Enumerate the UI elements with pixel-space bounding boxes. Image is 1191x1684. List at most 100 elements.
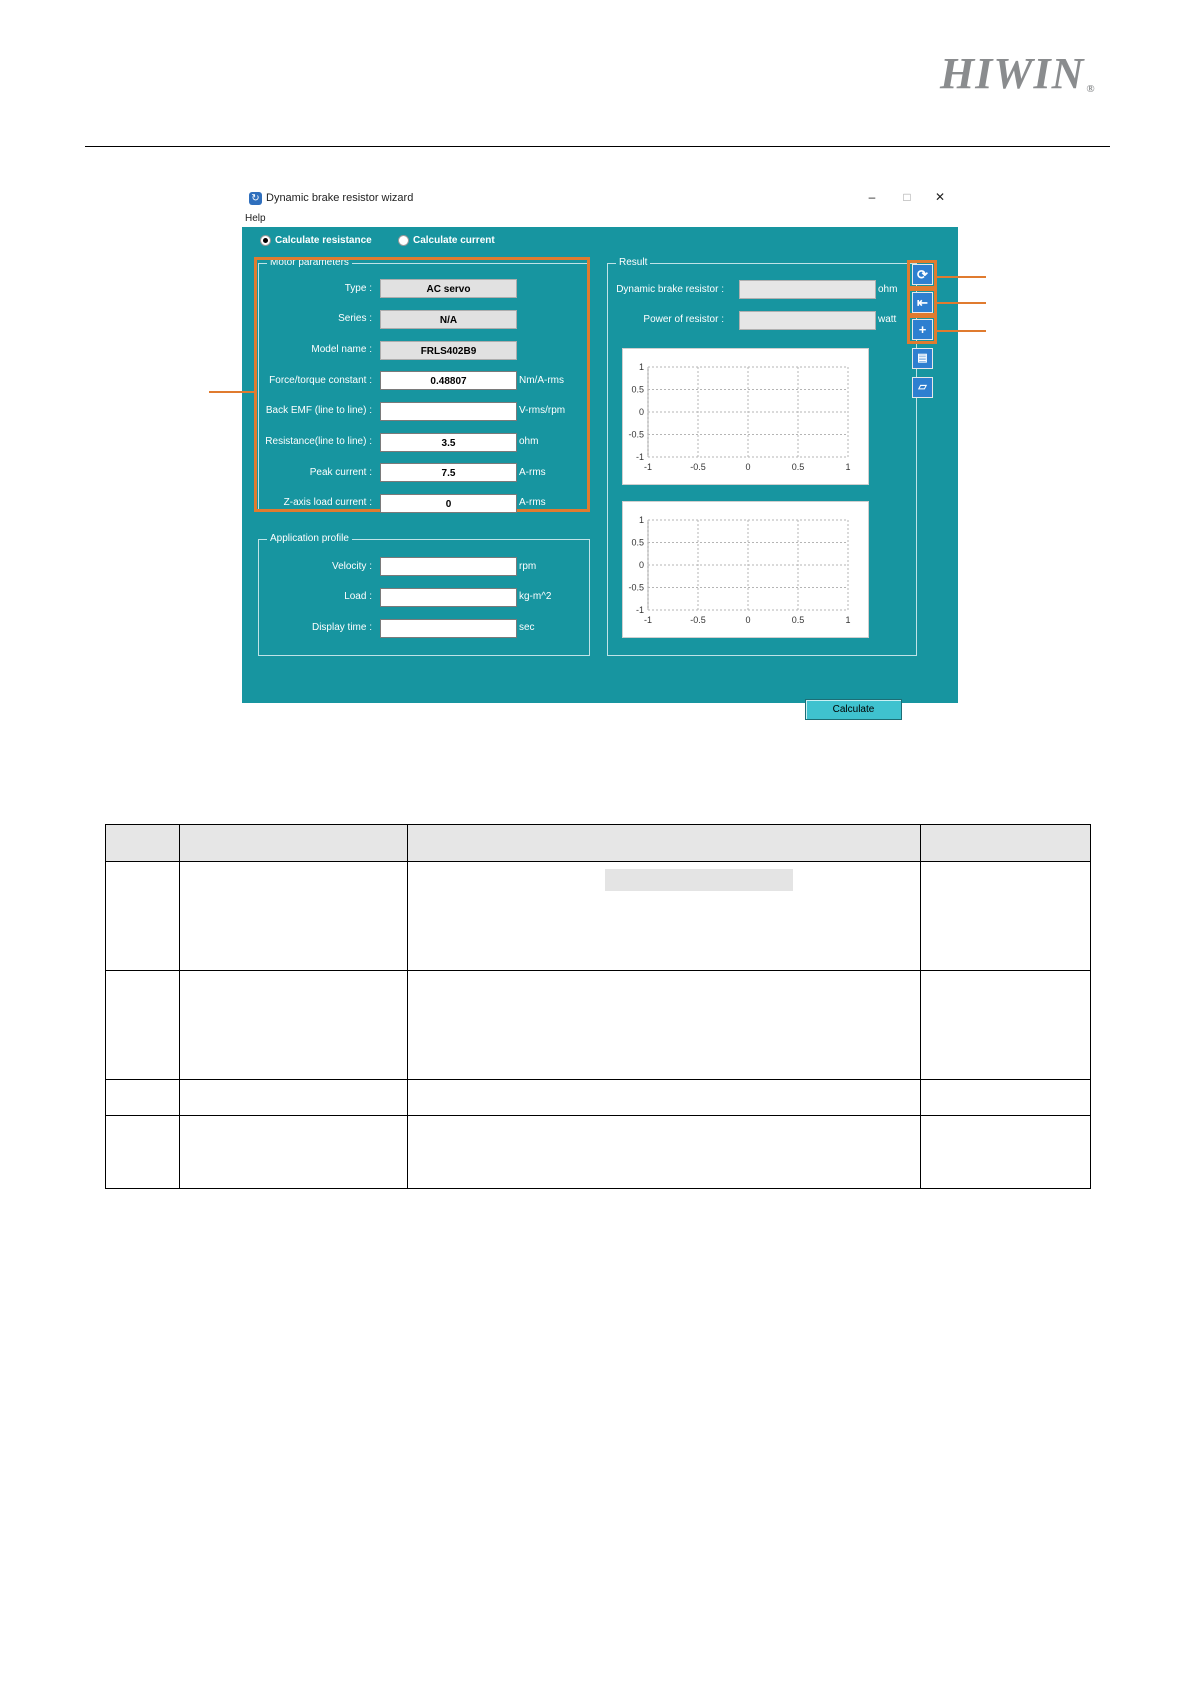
table-cell [105, 1079, 180, 1116]
dynamic-brake-resistor-output [739, 280, 876, 299]
app-icon: ↻ [249, 192, 262, 205]
resistance-unit: ohm [519, 436, 539, 447]
result-plot-bottom: -1 -0.5 0 0.5 1 1 0.5 0 -0.5 -1 [622, 501, 869, 638]
plot-x-tick-label: 0 [745, 615, 750, 625]
load-input[interactable] [380, 588, 517, 607]
plot-x-tick-label: 1 [845, 462, 850, 472]
save-icon: ▤ [917, 352, 928, 364]
plot-y-tick-label: 0.5 [631, 385, 644, 395]
plot-y-tick-label: 1 [639, 362, 644, 372]
group-label: Result [616, 257, 651, 268]
import-icon: ⇤ [917, 295, 928, 310]
import-button[interactable]: ⇤ [912, 292, 933, 313]
open-folder-button[interactable]: ▱ [912, 377, 933, 398]
wizard-client-area: Calculate resistance Calculate current M… [242, 227, 958, 720]
table-cell [179, 1115, 408, 1189]
window-title: Dynamic brake resistor wizard [266, 192, 414, 204]
radio-unselected-icon [398, 235, 409, 246]
group-label: Application profile [267, 533, 352, 544]
display-time-label: Display time : [311, 622, 372, 633]
series-field[interactable]: N/A [380, 310, 517, 329]
description-table [105, 824, 1091, 1189]
maximize-button[interactable]: □ [897, 190, 917, 204]
plot-x-tick-label: -0.5 [690, 462, 706, 472]
dynamic-brake-resistor-wizard-window: ↻ Dynamic brake resistor wizard – □ ✕ He… [242, 186, 958, 720]
save-button[interactable]: ▤ [912, 348, 933, 369]
table-cell [105, 861, 180, 971]
peak-current-input[interactable]: 7.5 [380, 463, 517, 482]
table-header-row [105, 824, 1091, 862]
title-bar: ↻ Dynamic brake resistor wizard – □ ✕ [242, 186, 958, 212]
power-of-resistor-label: Power of resistor : [643, 314, 724, 325]
table-cell [407, 1115, 921, 1189]
hiwin-logo: HIWIN ® [940, 49, 1096, 98]
plot-y-tick-label: -1 [636, 605, 644, 615]
table-row [105, 1115, 1091, 1189]
velocity-input[interactable] [380, 557, 517, 576]
velocity-unit: rpm [519, 561, 537, 572]
peak-current-unit: A-rms [519, 467, 546, 478]
add-icon: + [918, 322, 927, 337]
table-row [105, 1079, 1091, 1116]
type-field[interactable]: AC servo [380, 279, 517, 298]
callout-leader-refresh [937, 276, 986, 278]
display-time-unit: sec [519, 622, 535, 633]
back-emf-label: Back EMF (line to line) : [265, 405, 372, 416]
z-axis-load-current-unit: A-rms [519, 497, 546, 508]
radio-selected-icon [260, 235, 271, 246]
result-plot-top: -1 -0.5 0 0.5 1 1 0.5 0 -0.5 -1 [622, 348, 869, 485]
plot-y-tick-label: 1 [639, 515, 644, 525]
plot-x-tick-label: 1 [845, 615, 850, 625]
table-cell [920, 970, 1091, 1080]
radio-label: Calculate resistance [275, 235, 372, 246]
force-constant-input[interactable]: 0.48807 [380, 371, 517, 390]
type-label: Type : [344, 283, 372, 294]
table-cell [920, 1079, 1091, 1116]
resistance-input[interactable]: 3.5 [380, 433, 517, 452]
plot-y-tick-label: 0 [639, 560, 644, 570]
close-button[interactable]: ✕ [930, 190, 950, 204]
plot-x-tick-label: 0.5 [792, 462, 805, 472]
plot-axes: -1 -0.5 0 0.5 1 1 0.5 0 -0.5 -1 [628, 515, 850, 625]
load-unit: kg-m^2 [519, 591, 552, 602]
open-folder-icon: ▱ [918, 381, 927, 393]
z-axis-load-current-input[interactable]: 0 [380, 494, 517, 513]
model-name-label: Model name : [311, 344, 372, 355]
header-rule [85, 146, 1110, 147]
plot-y-tick-label: 0 [639, 407, 644, 417]
load-label: Load : [344, 591, 372, 602]
callout-leader-add [937, 330, 986, 332]
table-row [105, 970, 1091, 1080]
radio-calculate-current[interactable]: Calculate current [398, 235, 495, 246]
dynamic-brake-resistor-label: Dynamic brake resistor : [616, 284, 724, 295]
table-cell [105, 970, 180, 1080]
calculate-button[interactable]: Calculate [805, 699, 902, 720]
peak-current-label: Peak current : [309, 467, 372, 478]
back-emf-unit: V-rms/rpm [519, 405, 566, 416]
table-cell [179, 1079, 408, 1116]
refresh-button[interactable]: ⟳ [912, 264, 933, 285]
table-cell [407, 1079, 921, 1116]
plot-y-tick-label: -1 [636, 452, 644, 462]
radio-calculate-resistance[interactable]: Calculate resistance [260, 235, 372, 246]
table-header-cell [105, 824, 180, 862]
menu-help[interactable]: Help [245, 213, 266, 224]
minimize-button[interactable]: – [862, 190, 882, 204]
add-button[interactable]: + [912, 319, 933, 340]
model-name-field[interactable]: FRLS402B9 [380, 341, 517, 360]
back-emf-input[interactable] [380, 402, 517, 421]
velocity-label: Velocity : [331, 561, 372, 572]
plot-x-tick-label: -1 [644, 462, 652, 472]
radio-label: Calculate current [413, 235, 495, 246]
table-header-cell [407, 824, 921, 862]
display-time-input[interactable] [380, 619, 517, 638]
table-header-cell [179, 824, 408, 862]
table-cell [920, 861, 1091, 971]
plot-x-tick-label: 0 [745, 462, 750, 472]
callout-leader-import [937, 302, 986, 304]
resistance-label: Resistance(line to line) : [265, 436, 372, 447]
power-of-resistor-unit: watt [878, 314, 897, 325]
power-of-resistor-output [739, 311, 876, 330]
table-cell [179, 861, 408, 971]
series-label: Series : [338, 313, 372, 324]
